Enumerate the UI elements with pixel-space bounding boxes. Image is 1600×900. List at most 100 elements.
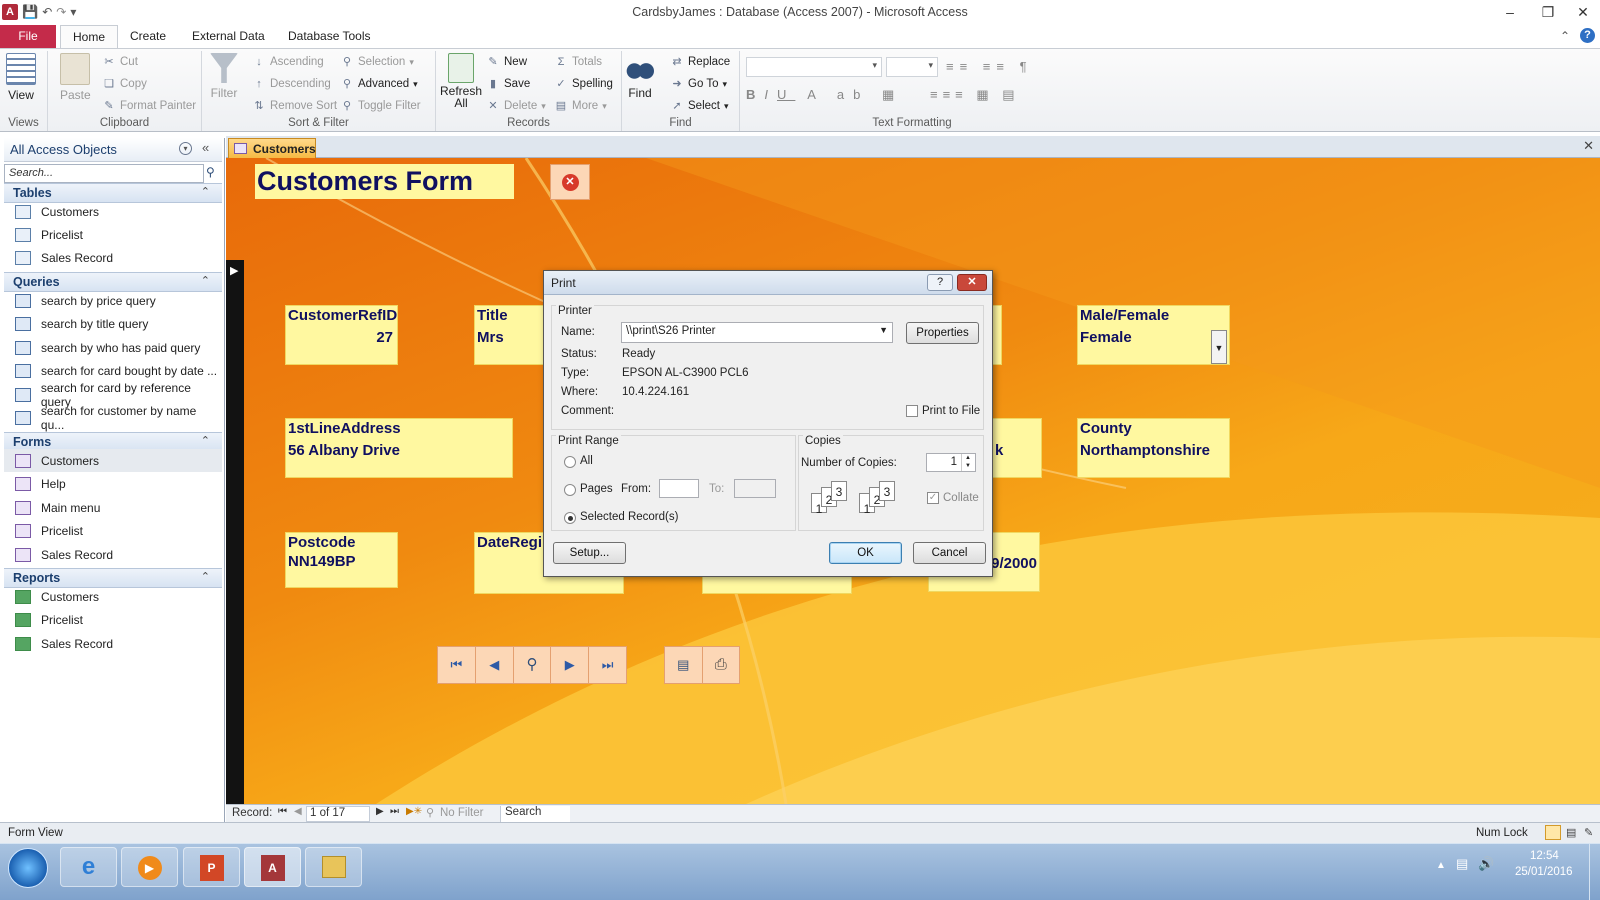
filter-button[interactable]: Filter	[210, 53, 238, 100]
nav-item-query[interactable]: search by price query	[4, 289, 222, 312]
clock-date[interactable]: 25/01/2016	[1515, 866, 1573, 878]
nav-item-query[interactable]: search by title query	[4, 312, 222, 335]
network-icon[interactable]: ▤	[1456, 856, 1468, 872]
select-button[interactable]: ➚ Select ▾	[670, 99, 728, 113]
refresh-all-button[interactable]: Refresh All	[440, 53, 482, 109]
show-desktop-button[interactable]	[1589, 844, 1600, 900]
tab-create[interactable]: Create	[118, 25, 178, 48]
new-blank-record-icon[interactable]: ▶✳	[406, 806, 422, 817]
document-tab-customers[interactable]: Customers	[228, 138, 316, 159]
maximize-button[interactable]: ❐	[1533, 2, 1563, 22]
nav-item-form-main-menu[interactable]: Main menu	[4, 496, 222, 519]
align-grid-tools[interactable]: ≡≡≡ ▦ ▤	[930, 87, 1020, 103]
nav-item-query[interactable]: search for customer by name qu...	[4, 404, 222, 432]
record-selector[interactable]: ▶	[226, 260, 244, 804]
field-town[interactable]: k	[990, 418, 1042, 478]
last-record-icon[interactable]: ⏭	[589, 647, 626, 683]
no-filter-label[interactable]: No Filter	[440, 807, 483, 819]
find-button[interactable]: Find	[626, 53, 654, 100]
show-hidden-icons[interactable]: ▲	[1436, 860, 1446, 871]
advanced-button[interactable]: ⚲ Advanced ▾	[340, 77, 418, 91]
selection-button[interactable]: ⚲ Selection ▾	[340, 55, 414, 69]
new-record-icon[interactable]: ▤	[665, 647, 703, 683]
help-icon[interactable]: ?	[1580, 28, 1595, 43]
current-record-input[interactable]: 1 of 17	[306, 806, 370, 822]
printer-icon[interactable]: ⎙	[703, 647, 740, 683]
print-all-radio[interactable]	[564, 456, 576, 468]
next-record-icon[interactable]: ▶	[376, 806, 384, 817]
descending-button[interactable]: ↑ Descending	[252, 77, 330, 91]
setup-button[interactable]: Setup...	[553, 542, 626, 564]
goto-button[interactable]: ➜ Go To ▾	[670, 77, 727, 91]
format-painter-button[interactable]: ✎ Format Painter	[102, 99, 196, 113]
first-record-icon[interactable]: ⏮	[438, 647, 476, 683]
number-of-copies-input[interactable]: 1 ▲ ▼	[926, 453, 976, 472]
gender-dropdown-arrow-icon[interactable]: ▼	[1211, 330, 1227, 364]
replace-button[interactable]: ⇄ Replace	[670, 55, 730, 69]
volume-icon[interactable]: 🔊	[1478, 856, 1494, 872]
field-county[interactable]: County Northamptonshire	[1077, 418, 1230, 478]
tab-external-data[interactable]: External Data	[180, 25, 277, 48]
field-address[interactable]: 1stLineAddress 56 Albany Drive	[285, 418, 513, 478]
totals-button[interactable]: Σ Totals	[554, 55, 602, 69]
nav-item-form-customers[interactable]: Customers	[4, 449, 222, 472]
field-gender[interactable]: Male/Female Female ▼	[1077, 305, 1230, 365]
nav-item-query[interactable]: search for card bought by date ...	[4, 359, 222, 382]
nav-search-input[interactable]: Search...	[4, 164, 204, 183]
paste-button[interactable]: Paste	[60, 53, 91, 102]
ascending-button[interactable]: ↓ Ascending	[252, 55, 323, 69]
nav-item-table-sales-record[interactable]: Sales Record	[4, 246, 222, 269]
shutter-bar-collapse-icon[interactable]: «	[202, 140, 209, 155]
taskbar-access[interactable]: A	[244, 847, 301, 887]
nav-item-form-help[interactable]: Help	[4, 472, 222, 495]
start-button[interactable]	[8, 848, 48, 888]
font-name-select[interactable]: ▾	[746, 57, 882, 77]
design-view-icon[interactable]: ✎	[1584, 826, 1593, 839]
close-window-button[interactable]: ✕	[1568, 2, 1598, 22]
binoculars-icon[interactable]: ⚲	[514, 647, 552, 683]
toggle-filter-button[interactable]: ⚲ Toggle Filter	[340, 99, 421, 113]
close-form-button[interactable]: ✕	[550, 164, 590, 200]
nav-menu-chevron-icon[interactable]: ▾	[179, 142, 192, 155]
cancel-button[interactable]: Cancel	[913, 542, 986, 564]
nav-item-report-customers[interactable]: Customers	[4, 585, 222, 608]
view-button[interactable]: View	[6, 53, 36, 102]
taskbar-explorer[interactable]	[305, 847, 362, 887]
new-record-button[interactable]: ✎ New	[486, 55, 527, 69]
datasheet-view-icon[interactable]: ▤	[1566, 826, 1576, 839]
record-search-input[interactable]: Search	[500, 806, 570, 822]
last-record-icon[interactable]: ⏭	[390, 806, 399, 817]
nav-item-report-pricelist[interactable]: Pricelist	[4, 608, 222, 631]
tab-file[interactable]: File	[0, 25, 56, 48]
from-page-input[interactable]	[659, 479, 699, 498]
minimize-button[interactable]: –	[1495, 2, 1525, 22]
next-record-icon[interactable]: ▶	[551, 647, 590, 683]
copy-button[interactable]: ❏ Copy	[102, 77, 147, 91]
nav-item-form-pricelist[interactable]: Pricelist	[4, 519, 222, 542]
previous-record-icon[interactable]: ◀	[476, 647, 514, 683]
more-button[interactable]: ▤ More ▾	[554, 99, 607, 113]
collate-checkbox[interactable]: ✓	[927, 492, 939, 504]
nav-pane-header[interactable]: All Access Objects ▾ «	[4, 138, 222, 162]
form-view-icon[interactable]	[1545, 825, 1561, 840]
remove-sort-button[interactable]: ⇅ Remove Sort	[252, 99, 337, 113]
list-indent-tools[interactable]: ≡≡ ≡≡ ¶	[946, 59, 1033, 74]
field-customer-ref[interactable]: CustomerRefID 27	[285, 305, 398, 365]
tab-database-tools[interactable]: Database Tools	[276, 25, 383, 48]
print-to-file-checkbox[interactable]	[906, 405, 918, 417]
taskbar-internet-explorer[interactable]: e	[60, 847, 117, 887]
taskbar-powerpoint[interactable]: P	[183, 847, 240, 887]
print-pages-radio[interactable]	[564, 484, 576, 496]
selected-records-radio[interactable]	[564, 512, 576, 524]
printer-name-select[interactable]: \\print\S26 Printer ▼	[621, 322, 893, 343]
first-record-icon[interactable]: ⏮	[278, 806, 287, 817]
save-record-button[interactable]: ▮ Save	[486, 77, 530, 91]
char-format-tools[interactable]: BIU A ab ▦	[746, 87, 903, 103]
ok-button[interactable]: OK	[829, 542, 902, 564]
nav-item-query[interactable]: search by who has paid query	[4, 336, 222, 359]
clock-time[interactable]: 12:54	[1530, 850, 1559, 862]
previous-record-icon[interactable]: ◀	[294, 806, 302, 817]
cut-button[interactable]: ✂ Cut	[102, 55, 138, 69]
close-document-icon[interactable]: ✕	[1583, 138, 1594, 154]
to-page-input[interactable]	[734, 479, 776, 498]
